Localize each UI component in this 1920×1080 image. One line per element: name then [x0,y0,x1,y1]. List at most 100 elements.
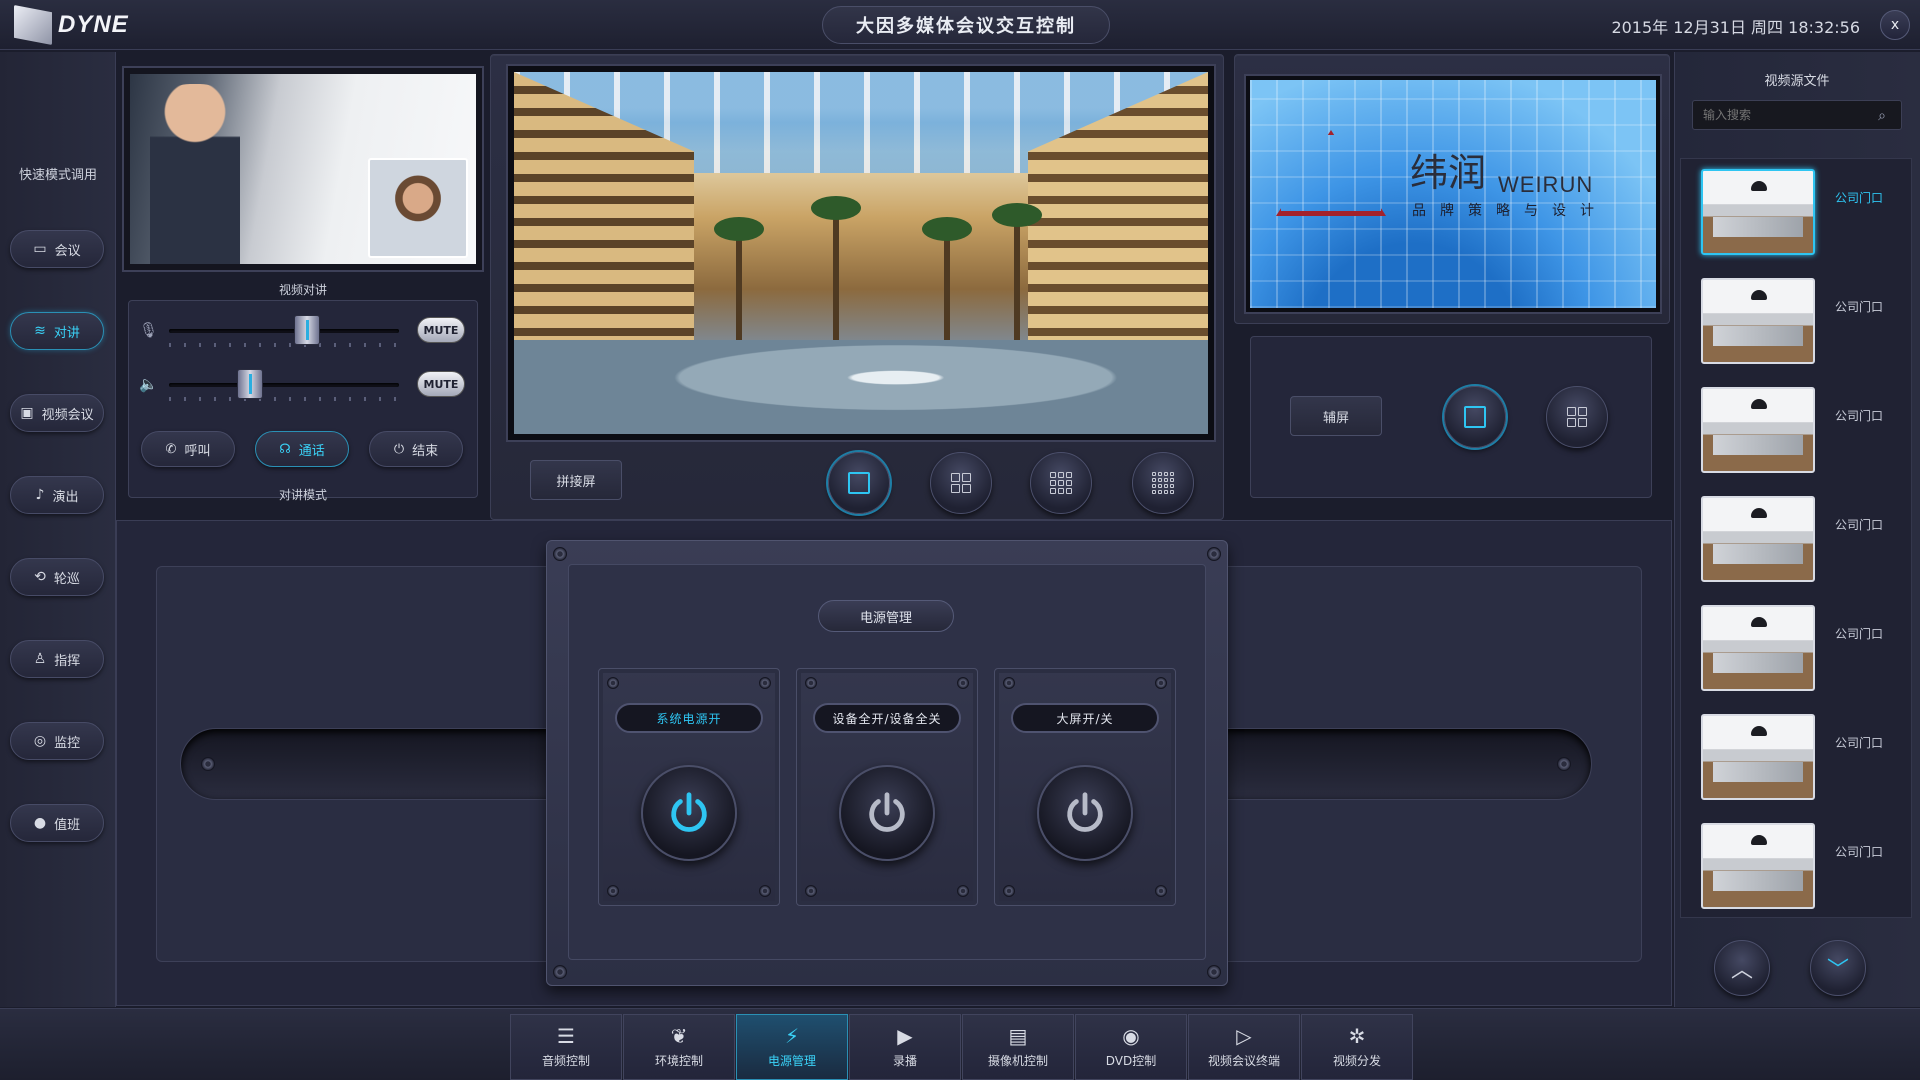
screw-icon [553,547,567,561]
mic-slider-track[interactable] [169,329,399,333]
splice-screen-button[interactable]: 拼接屏 [530,460,622,500]
nav-item-label: 音频控制 [541,1053,590,1068]
aux-layout-button-1x1[interactable] [1444,386,1506,448]
source-item[interactable]: 公司门口 [1701,169,1911,259]
source-item[interactable]: 公司门口 [1701,387,1911,477]
screw-icon [957,885,969,897]
source-name: 公司门口 [1835,736,1884,750]
source-list: 公司门口 公司门口 公司门口 公司门口 公司门口 公司门口 公司门口 [1680,158,1912,918]
screw-icon [1207,965,1221,979]
sidebar-item-label: 对讲 [53,325,80,341]
call-button-label: 结束 [412,443,439,459]
speaker-slider-handle[interactable] [236,369,263,399]
datetime-display: 2015年 12月31日 周四 18:32:56 [1611,18,1860,37]
sidebar-item-3[interactable]: ♪ 演出 [10,476,104,514]
main-layout-button-3x3[interactable] [1030,452,1092,514]
performer-icon: ♪ [35,487,45,503]
search-icon[interactable]: ⌕ [1872,106,1892,126]
aux-layout-button-2x2[interactable] [1546,386,1608,448]
source-list-title: 视频源文件 [1764,74,1830,89]
screw-icon [957,677,969,689]
speaker-icon: 🔈 [139,375,158,393]
chevron-up-icon: ︿ [1730,958,1753,983]
speaker-volume-row: 🔈 MUTE [135,363,473,403]
power-toggle-button[interactable] [641,765,737,861]
app-title: 大因多媒体会议交互控制 [822,6,1110,44]
main-layout-button-4x4[interactable] [1132,452,1194,514]
main-layout-button-2x2[interactable] [930,452,992,514]
aux-screen-image: 纬润 WEIRUN 品牌策略与设计 [1250,80,1656,308]
sidebar-item-label: 监控 [54,735,81,751]
sidebar-item-6[interactable]: ◎ 监控 [10,722,104,760]
power-card-label: 系统电源开 [615,703,763,733]
sidebar-item-0[interactable]: ▭ 会议 [10,230,104,268]
nav-item-2[interactable]: ⚡ 电源管理 [736,1014,848,1080]
screw-icon [1557,757,1571,771]
monitor-play-icon: ▷ [1236,1023,1252,1048]
screw-icon [553,965,567,979]
speaker-slider-ticks [169,397,399,401]
source-search-input[interactable] [1692,100,1902,130]
sidebar-item-7[interactable]: ● 值班 [10,804,104,842]
scroll-down-button[interactable]: ﹀ [1810,940,1866,996]
call-button-2[interactable]: ⏻ 结束 [369,431,463,467]
source-item[interactable]: 公司门口 [1701,714,1911,804]
call-button-1[interactable]: ☊ 通话 [255,431,349,467]
nav-item-label: 录播 [892,1053,917,1068]
sidebar-item-2[interactable]: ▣ 视频会议 [10,394,104,432]
main-screen-frame [506,64,1216,442]
sidebar-item-4[interactable]: ⟲ 轮巡 [10,558,104,596]
power-card-label: 设备全开/设备全关 [813,703,961,733]
mic-mute-button[interactable]: MUTE [417,317,465,343]
nav-item-6[interactable]: ▷ 视频会议终端 [1188,1014,1300,1080]
grid-4x4-icon [1152,472,1174,494]
source-item[interactable]: 公司门口 [1701,823,1911,913]
scroll-up-button[interactable]: ︿ [1714,940,1770,996]
loop-icon: ⟲ [34,569,46,585]
call-button-0[interactable]: ✆ 呼叫 [141,431,235,467]
main-screen-image [514,72,1208,434]
sidebar-item-1[interactable]: ≋ 对讲 [10,312,104,350]
source-item[interactable]: 公司门口 [1701,278,1911,368]
power-card-0: 系统电源开 [598,668,780,906]
nav-item-0[interactable]: ☰ 音频控制 [510,1014,622,1080]
nav-item-3[interactable]: ▶ 录播 [849,1014,961,1080]
grid-2x2-icon [1567,407,1587,427]
screw-icon [1207,547,1221,561]
nav-item-4[interactable]: ▤ 摄像机控制 [962,1014,1074,1080]
play-icon: ▶ [897,1023,913,1048]
source-item[interactable]: 公司门口 [1701,496,1911,586]
speaker-slider-track[interactable] [169,383,399,387]
source-name: 公司门口 [1835,627,1884,641]
power-management-title: 电源管理 [818,600,954,632]
source-item[interactable]: 公司门口 [1701,605,1911,695]
intercom-controls: 🎙 MUTE 🔈 MUTE ✆ 呼叫 ☊ 通话 ⏻ 结束 [128,300,478,498]
source-thumbnail [1701,714,1815,800]
main-layout-button-1x1[interactable] [828,452,890,514]
nav-item-5[interactable]: ◉ DVD控制 [1075,1014,1187,1080]
source-name: 公司门口 [1835,300,1884,314]
film-reel-icon: ✲ [1348,1023,1366,1048]
video-camera-icon: ▤ [1008,1023,1028,1048]
power-toggle-button[interactable] [1037,765,1133,861]
chevron-down-icon: ﹀ [1826,958,1849,983]
screw-icon [1155,885,1167,897]
nav-item-1[interactable]: ❦ 环境控制 [623,1014,735,1080]
nav-item-label: 电源管理 [767,1053,816,1068]
screw-icon [1003,885,1015,897]
intercom-video-frame [122,66,484,272]
brand-en-text: WEIRUN [1498,172,1594,197]
close-button[interactable]: x [1880,10,1910,40]
video-conference-icon: ▣ [20,405,34,421]
sidebar-item-5[interactable]: ♙ 指挥 [10,640,104,678]
grid-3x3-icon [1050,472,1072,494]
nav-item-label: 视频会议终端 [1207,1053,1280,1068]
nav-item-7[interactable]: ✲ 视频分发 [1301,1014,1413,1080]
sidebar-item-label: 轮巡 [53,571,80,587]
speaker-mute-button[interactable]: MUTE [417,371,465,397]
power-icon: ⏻ [393,441,405,457]
mic-slider-handle[interactable] [294,315,320,345]
sidebar-item-label: 演出 [52,489,79,505]
power-toggle-button[interactable] [839,765,935,861]
aux-screen-button[interactable]: 辅屏 [1290,396,1382,436]
